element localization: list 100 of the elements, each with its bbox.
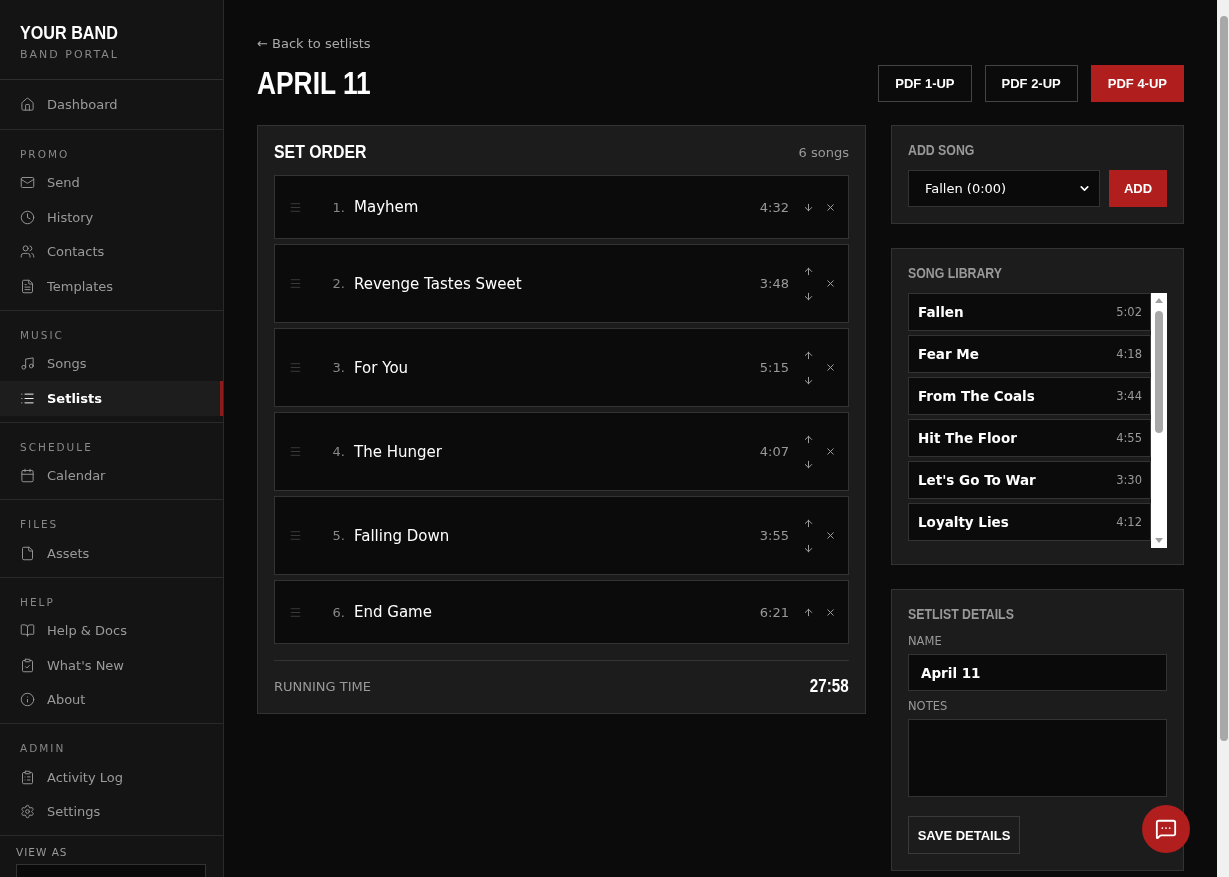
nav-item[interactable]: Songs: [0, 346, 223, 381]
nav-item[interactable]: Templates: [0, 269, 223, 304]
pdf-button[interactable]: PDF 4-UP: [1090, 65, 1184, 102]
song-count: 6 songs: [798, 145, 849, 160]
nav-item[interactable]: Calendar: [0, 458, 223, 493]
remove-button[interactable]: [825, 201, 836, 213]
song-number: 6.: [331, 604, 346, 620]
song-number: 5.: [331, 528, 346, 543]
song-duration: 6:21: [759, 604, 789, 620]
drag-handle-icon[interactable]: [289, 277, 302, 290]
people-icon: [20, 244, 35, 260]
save-details-button[interactable]: SAVE DETAILS: [908, 816, 1020, 854]
music-note-icon: [20, 356, 35, 372]
card-title: SETLIST DETAILS: [908, 606, 1014, 622]
song-number: 2.: [331, 276, 346, 291]
calendar-icon: [20, 468, 35, 484]
page-scrollbar[interactable]: [1217, 0, 1229, 877]
add-button[interactable]: ADD: [1109, 170, 1167, 207]
song-duration: 4:32: [759, 199, 789, 215]
clipboard-icon: [20, 769, 35, 785]
song-title: For You: [354, 358, 410, 377]
section-heading: HELP: [19, 594, 56, 610]
card-title: SET ORDER: [274, 142, 367, 163]
card-title: ADD SONG: [908, 142, 975, 158]
view-as-label: VIEW AS: [16, 846, 68, 858]
nav-item[interactable]: Help & Docs: [0, 613, 223, 648]
scrollbar-drawing[interactable]: [1151, 293, 1167, 548]
song-select[interactable]: Fallen (0:00): [908, 170, 1100, 207]
move-up-button[interactable]: [802, 606, 814, 618]
library-song[interactable]: Fear Me 4:18: [908, 335, 1151, 373]
section-heading: PROMO: [19, 146, 71, 162]
nav-item[interactable]: Settings: [0, 794, 223, 829]
remove-button[interactable]: [825, 278, 836, 289]
move-down-button[interactable]: [802, 290, 814, 302]
drag-handle-icon[interactable]: [289, 445, 302, 458]
clipboard-check-icon: [20, 657, 35, 673]
move-up-button[interactable]: [802, 265, 814, 277]
drag-handle-icon[interactable]: [289, 361, 302, 374]
song-title: The Hunger: [354, 442, 443, 461]
nav-item[interactable]: About: [0, 682, 223, 717]
field-label: NAME: [908, 634, 942, 648]
section-heading: MUSIC: [19, 327, 65, 343]
back-link[interactable]: ← Back to setlists: [257, 36, 371, 51]
song-duration: 5:15: [759, 360, 789, 375]
file-icon: [20, 545, 35, 561]
drag-handle-icon[interactable]: [289, 200, 302, 214]
band-name: YOUR BAND: [20, 22, 118, 44]
song-number: 4.: [331, 444, 346, 459]
page-title: APRIL 11: [257, 65, 371, 102]
song-number: 1.: [331, 199, 346, 215]
pdf-button[interactable]: PDF 2-UP: [984, 65, 1078, 102]
move-down-button[interactable]: [802, 458, 814, 470]
nav-item[interactable]: History: [0, 200, 223, 235]
mail-icon: [20, 175, 35, 191]
name-input[interactable]: April 11: [908, 654, 1167, 691]
nav-item[interactable]: What's New: [0, 648, 223, 683]
info-icon: [20, 692, 35, 708]
section-heading: ADMIN: [19, 741, 67, 756]
song-title: End Game: [354, 603, 433, 621]
pdf-button[interactable]: PDF 1-UP: [878, 65, 972, 102]
song-title: Falling Down: [354, 526, 451, 545]
nav-item[interactable]: Send: [0, 165, 223, 200]
nav-item[interactable]: Dashboard: [0, 87, 223, 122]
portal-subtitle: BAND PORTAL: [20, 48, 119, 61]
document-icon: [20, 278, 35, 294]
library-song[interactable]: Loyalty Lies 4:12: [908, 503, 1151, 541]
library-song[interactable]: Hit The Floor 4:55: [908, 419, 1151, 457]
library-song[interactable]: From The Coals 3:44: [908, 377, 1151, 415]
drag-handle-icon[interactable]: [289, 605, 302, 619]
move-up-button[interactable]: [802, 349, 814, 361]
home-icon: [20, 96, 35, 112]
song-duration: 3:48: [759, 276, 789, 291]
move-down-button[interactable]: [802, 374, 814, 386]
chat-bubble-icon: [1155, 818, 1177, 840]
drag-handle-icon[interactable]: [289, 529, 302, 542]
song-duration: 4:07: [759, 444, 789, 459]
book-icon: [20, 623, 35, 639]
settings-icon: [20, 804, 35, 820]
remove-button[interactable]: [825, 362, 836, 373]
notes-input[interactable]: [908, 719, 1167, 797]
move-up-button[interactable]: [802, 433, 814, 445]
nav-item[interactable]: Setlists: [0, 381, 223, 416]
remove-button[interactable]: [825, 606, 836, 618]
move-up-button[interactable]: [802, 517, 814, 529]
nav-item[interactable]: Contacts: [0, 234, 223, 269]
nav-item[interactable]: Activity Log: [0, 760, 223, 795]
remove-button[interactable]: [825, 530, 836, 541]
song-number: 3.: [331, 360, 346, 375]
library-song[interactable]: Fallen 5:02: [908, 293, 1151, 331]
move-down-button[interactable]: [802, 542, 814, 554]
running-time: 27:58: [810, 675, 849, 697]
section-heading: FILES: [19, 517, 60, 532]
remove-button[interactable]: [825, 446, 836, 457]
move-down-button[interactable]: [802, 201, 814, 213]
song-title: Mayhem: [354, 198, 420, 216]
card-title: SONG LIBRARY: [908, 265, 1002, 281]
running-time-label: RUNNING TIME: [274, 678, 371, 694]
nav-item[interactable]: Assets: [0, 536, 223, 571]
library-song[interactable]: Let's Go To War 3:30: [908, 461, 1151, 499]
list-icon: [20, 390, 35, 406]
